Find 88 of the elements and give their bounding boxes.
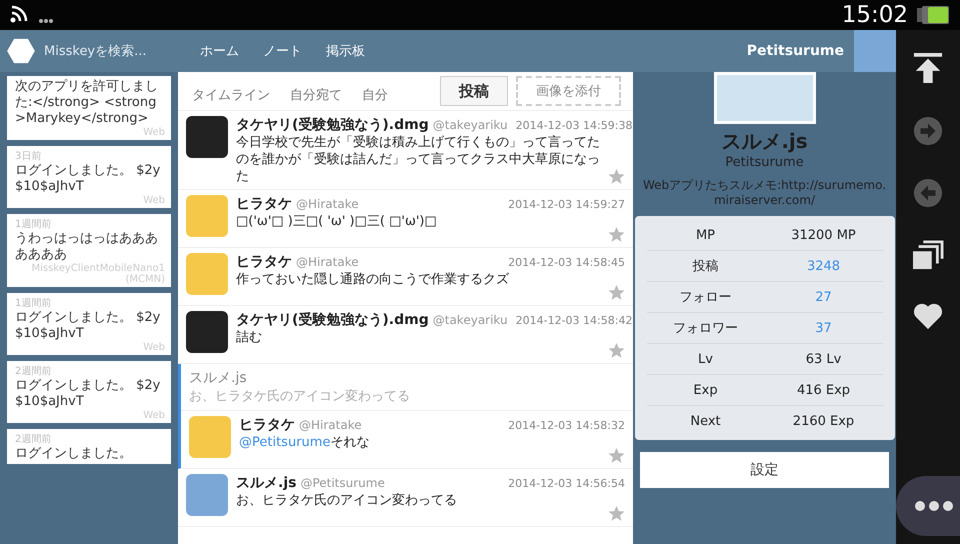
star-icon[interactable] <box>608 284 625 301</box>
post-text: □('ω'□ )三□( 'ω' )□三( □'ω')□ <box>236 213 438 231</box>
notification-time: 1週間前 <box>15 297 52 310</box>
stat-link[interactable]: 27 <box>764 290 882 304</box>
timeline-tab[interactable]: 自分 <box>362 86 388 106</box>
notification-text: うわっはっはっはあああああああ <box>15 231 159 263</box>
scroll-to-top-icon[interactable] <box>913 52 943 84</box>
notification-text: ログインしました。 $2y$10$aJhvT <box>15 163 162 195</box>
stat-link[interactable]: 3248 <box>764 258 882 274</box>
stat-link[interactable]: 37 <box>764 320 882 336</box>
avatar-placeholder[interactable] <box>186 474 228 516</box>
star-icon[interactable] <box>608 342 625 359</box>
user-name[interactable]: Petitsurume <box>746 43 844 59</box>
post-date: 2014-12-03 14:59:27 <box>508 198 625 211</box>
ellipsis-icon <box>914 500 954 512</box>
clock-time: 15:02 <box>842 2 908 28</box>
post-handle[interactable]: @Petitsurume <box>300 476 385 490</box>
settings-button[interactable]: 設定 <box>640 452 889 488</box>
profile-name: スルメ.js <box>721 128 808 155</box>
nav-link[interactable]: ホーム <box>200 42 239 60</box>
post-text: 今日学校で先生が「受験は積み上げて行くもの」って言ってたのを誰かが「受験は詰んだ」って言ってクラス中大草原になった <box>236 134 601 185</box>
post-handle[interactable]: @Hiratake <box>296 255 359 269</box>
search-field[interactable]: Misskeyを検索... <box>42 42 166 60</box>
stat-value: 63 Lv <box>804 352 842 366</box>
avatar-placeholder[interactable] <box>186 253 228 295</box>
heart-icon[interactable] <box>913 302 943 330</box>
post-handle[interactable]: @takeyariku <box>432 118 508 132</box>
nav-link[interactable]: 掲示板 <box>326 42 365 60</box>
post-text: @Petitsurumeそれな <box>239 434 370 452</box>
post-date: 2014-12-03 14:58:32 <box>508 419 625 432</box>
notification-time: 3日前 <box>15 150 42 163</box>
stat-value: 416 Exp <box>796 382 852 398</box>
notification-time: 2週間前 <box>15 433 52 446</box>
star-icon[interactable] <box>608 447 625 464</box>
profile-bio: Webアプリたちスルメモ:http://surumemo.miraiserver.com/ <box>642 178 887 208</box>
stat-label: Lv <box>697 352 714 366</box>
notification-time: 1週間前 <box>15 218 52 231</box>
timeline-tab[interactable]: 自分宛て <box>290 86 342 106</box>
post-text: お、ヒラタケ氏のアイコン変わってる <box>236 492 458 510</box>
post-text: 詰む <box>236 329 263 347</box>
star-icon[interactable] <box>608 505 625 522</box>
wifi-icon <box>10 3 30 23</box>
stat-label: Exp <box>692 382 719 398</box>
more-button[interactable] <box>896 476 960 536</box>
avatar-placeholder[interactable] <box>186 116 228 158</box>
stat-label: フォロワー <box>672 320 739 337</box>
nav-link[interactable]: ノート <box>263 42 302 60</box>
post-date: 2014-12-03 14:59:38 <box>516 119 632 132</box>
notification-text: ログインしました。 $2y$10$aJhvT <box>15 378 162 410</box>
post-text: 作っておいた隠し通路の向こうで作業するクズ <box>236 271 510 289</box>
profile-username: Petitsurume <box>725 155 804 170</box>
post-author[interactable]: タケヤリ(受験勉強なう).dmg <box>236 116 429 134</box>
attach-image-button[interactable]: 画像を添付 <box>516 76 621 106</box>
windows-icon[interactable] <box>912 240 944 270</box>
post-date: 2014-12-03 14:56:54 <box>508 477 625 490</box>
stat-label: MP <box>694 228 716 242</box>
post-author[interactable]: スルメ.js <box>236 474 296 492</box>
post-handle[interactable]: @Hiratake <box>299 418 362 432</box>
mention-link[interactable]: @Petitsurume <box>239 435 330 450</box>
star-icon[interactable] <box>608 226 625 243</box>
notification-text: ログインしました。 $2y$10$aJhvT <box>15 310 162 342</box>
post-date: 2014-12-03 14:58:42 <box>516 314 632 327</box>
post-handle[interactable]: @Hiratake <box>296 197 359 211</box>
stat-label: 投稿 <box>692 258 720 275</box>
stat-value: 2160 Exp <box>792 414 856 428</box>
hexagon-logo-icon <box>6 38 36 64</box>
battery-icon <box>916 5 950 25</box>
post-handle[interactable]: @takeyariku <box>432 313 508 327</box>
stat-label: フォロー <box>678 289 732 306</box>
stat-value: 31200 MP <box>790 228 857 242</box>
reply-author: スルメ.js <box>189 369 248 387</box>
post-author[interactable]: ヒラタケ <box>236 195 292 213</box>
notification-text: 次のアプリを許可しました:</strong> <strong>Marykey</strong> <box>15 79 159 127</box>
timeline-tab[interactable]: タイムライン <box>192 86 270 106</box>
post-date: 2014-12-03 14:58:45 <box>508 256 625 269</box>
post-author[interactable]: ヒラタケ <box>236 253 292 271</box>
star-icon[interactable] <box>608 168 625 185</box>
avatar-placeholder[interactable] <box>186 311 228 353</box>
avatar-placeholder[interactable] <box>186 195 228 237</box>
post-author[interactable]: タケヤリ(受験勉強なう).dmg <box>236 311 429 329</box>
avatar-placeholder[interactable] <box>189 416 231 458</box>
reply-text: お、ヒラタケ氏のアイコン変わってる <box>189 388 411 405</box>
post-author[interactable]: ヒラタケ <box>239 416 295 434</box>
stat-label: Next <box>689 414 722 428</box>
notification-time: 2週間前 <box>15 365 52 378</box>
post-button[interactable]: 投稿 <box>440 76 508 106</box>
notification-text: ログインしました。 <box>15 446 133 462</box>
user-avatar[interactable] <box>854 30 896 72</box>
